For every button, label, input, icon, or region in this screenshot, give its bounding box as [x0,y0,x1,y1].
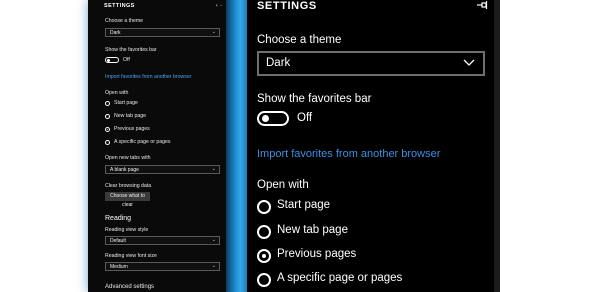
chevron-down-icon: ⌄ [211,29,216,35]
advanced-settings-heading: Advanced settings [105,284,155,290]
panel-title: SETTINGS [104,3,135,9]
reading-style-label: Reading view style [105,227,149,233]
radio-new-tab-page[interactable] [257,225,271,239]
favorites-label: Show the favorites bar [105,47,157,53]
favorites-label: Show the favorites bar [257,93,372,105]
chevron-down-icon: ⌄ [211,237,216,243]
reading-style-value: Default [110,238,126,244]
radio-label: New tab page [114,113,147,119]
radio-specific-pages[interactable] [105,140,110,145]
pin-icon[interactable]: ⫠→ [215,2,223,8]
chevron-down-icon [463,55,475,72]
favorites-toggle[interactable] [257,111,289,126]
theme-label: Choose a theme [105,18,144,24]
theme-select-value: Dark [110,30,121,36]
favorites-state: Off [297,112,313,124]
reading-heading: Reading [105,215,132,222]
radio-label: Start page [114,100,138,106]
reading-font-value: Medium [110,264,128,270]
theme-select[interactable]: Dark [257,51,485,76]
radio-label: Start page [277,199,331,211]
radio-label: Previous pages [277,248,357,260]
choose-what-to-clear-button[interactable]: Choose what to clear [105,192,150,208]
radio-specific-pages[interactable] [257,273,271,287]
favorites-state: Off [123,57,130,63]
scrollbar[interactable] [494,0,500,292]
theme-select-value: Dark [266,57,291,69]
radio-previous-pages[interactable] [257,249,271,263]
panel-title: SETTINGS [257,0,317,12]
settings-panel-small: SETTINGS ⫠→ Choose a theme Dark ⌄ Show t… [88,0,226,292]
radio-label: Previous pages [114,126,150,132]
chevron-down-icon: ⌄ [211,166,216,172]
pin-icon[interactable] [477,0,489,13]
open-with-label: Open with [105,90,129,96]
favorites-toggle[interactable] [105,57,119,63]
radio-label: New tab page [277,224,348,236]
radio-start-page[interactable] [105,101,110,106]
reading-font-select[interactable]: Medium ⌄ [105,262,220,271]
pin-icon-graphic [477,1,488,9]
radio-label: A specific page or pages [277,272,403,284]
import-favorites-link[interactable]: Import favorites from another browser [105,74,192,80]
new-tabs-select-value: A blank page [110,167,139,173]
radio-previous-pages[interactable] [105,127,110,132]
theme-select[interactable]: Dark ⌄ [105,28,220,37]
new-tabs-select[interactable]: A blank page ⌄ [105,165,220,174]
radio-new-tab-page[interactable] [105,114,110,119]
new-tabs-label: Open new tabs with [105,155,151,161]
settings-panel-large: SETTINGS Choose a theme Dark Show the fa… [247,0,500,292]
radio-start-page[interactable] [257,200,271,214]
clear-data-label: Clear browsing data [105,183,152,189]
theme-label: Choose a theme [257,34,342,46]
radio-label: A specific page or pages [114,139,171,145]
chevron-down-icon: ⌄ [211,263,216,269]
reading-font-label: Reading view font size [105,253,157,259]
open-with-label: Open with [257,179,309,191]
import-favorites-link[interactable]: Import favorites from another browser [257,148,440,160]
desktop-background-strip [226,0,247,292]
reading-style-select[interactable]: Default ⌄ [105,236,220,245]
